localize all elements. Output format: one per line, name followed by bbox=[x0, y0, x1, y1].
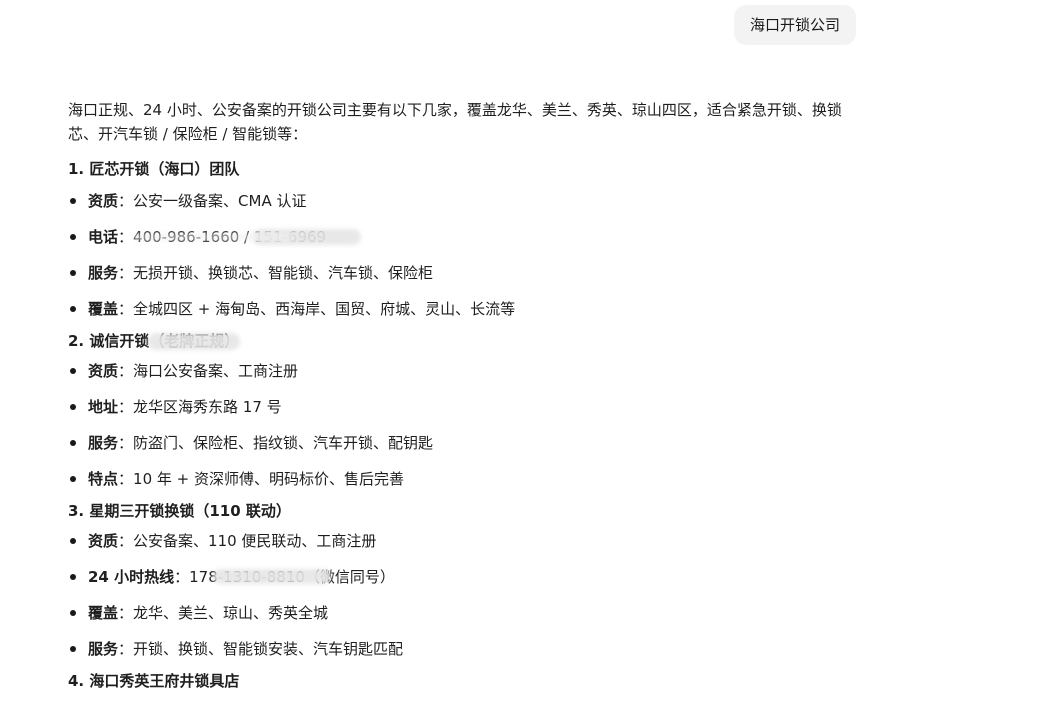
list-item: 特点：10 年 + 资深师傅、明码标价、售后完善 bbox=[68, 461, 868, 497]
list-item: 服务：无损开锁、换锁芯、智能锁、汽车锁、保险柜 bbox=[68, 255, 868, 291]
item-text: 龙华、美兰、琼山、秀英全城 bbox=[133, 604, 329, 622]
list-item: 资质：公安备案、110 便民联动、工商注册 bbox=[68, 523, 868, 559]
section-title-redacted: 2. 诚信开锁（老牌正规） bbox=[68, 329, 240, 353]
list-item: 地址：龙华区海秀东路 17 号 bbox=[68, 389, 868, 425]
item-label: 覆盖 bbox=[88, 604, 119, 622]
item-text: 全城四区 + 海甸岛、西海岸、国贸、府城、灵山、长流等 bbox=[133, 300, 516, 318]
item-separator: ： bbox=[118, 398, 134, 416]
chat-page: 海口开锁公司 海口正规、24 小时、公安备案的开锁公司主要有以下几家，覆盖龙华、… bbox=[0, 0, 1049, 722]
list-item: 24 小时热线：178-1310-8810（微信同号） bbox=[68, 559, 868, 595]
section-list: 资质：公安一级备案、CMA 认证 电话：400-986-1660 / 151-6… bbox=[68, 183, 868, 327]
assistant-answer: 海口正规、24 小时、公安备案的开锁公司主要有以下几家，覆盖龙华、美兰、秀英、琼… bbox=[68, 98, 868, 693]
item-text-redacted: 178-1310-8810（微信同号） bbox=[189, 559, 395, 595]
item-label: 特点 bbox=[88, 470, 119, 488]
answer-intro: 海口正规、24 小时、公安备案的开锁公司主要有以下几家，覆盖龙华、美兰、秀英、琼… bbox=[68, 101, 842, 143]
item-separator: ： bbox=[118, 228, 134, 246]
item-separator: ： bbox=[118, 434, 134, 452]
list-item: 覆盖：龙华、美兰、琼山、秀英全城 bbox=[68, 595, 868, 631]
redaction-smear bbox=[133, 233, 294, 241]
item-text: 开锁、换锁、智能锁安装、汽车钥匙匹配 bbox=[133, 640, 404, 658]
item-label: 地址 bbox=[88, 398, 119, 416]
item-separator: ： bbox=[118, 362, 134, 380]
item-text: 无损开锁、换锁芯、智能锁、汽车锁、保险柜 bbox=[133, 264, 434, 282]
item-text: 10 年 + 资深师傅、明码标价、售后完善 bbox=[133, 470, 404, 488]
item-label: 资质 bbox=[88, 192, 119, 210]
item-separator: ： bbox=[118, 470, 134, 488]
user-message-bubble: 海口开锁公司 bbox=[734, 5, 857, 45]
item-text: 海口公安备案、工商注册 bbox=[133, 362, 299, 380]
item-text: 防盗门、保险柜、指纹锁、汽车开锁、配钥匙 bbox=[133, 434, 434, 452]
list-item: 资质：海口公安备案、工商注册 bbox=[68, 353, 868, 389]
section-list: 资质：海口公安备案、工商注册 地址：龙华区海秀东路 17 号 服务：防盗门、保险… bbox=[68, 353, 868, 497]
item-separator: ： bbox=[118, 532, 134, 550]
item-text: 公安备案、110 便民联动、工商注册 bbox=[133, 532, 377, 550]
list-item: 电话：400-986-1660 / 151-6969 bbox=[68, 219, 868, 255]
item-separator: ： bbox=[118, 264, 134, 282]
section-title: 4. 海口秀英王府井锁具店 bbox=[68, 672, 240, 690]
item-label: 服务 bbox=[88, 434, 119, 452]
list-item: 服务：开锁、换锁、智能锁安装、汽车钥匙匹配 bbox=[68, 631, 868, 667]
item-separator: ： bbox=[174, 568, 190, 586]
item-label: 覆盖 bbox=[88, 300, 119, 318]
list-item: 服务：防盗门、保险柜、指纹锁、汽车开锁、配钥匙 bbox=[68, 425, 868, 461]
item-label: 资质 bbox=[88, 532, 119, 550]
section-title: 1. 匠芯开锁（海口）团队 bbox=[68, 160, 240, 178]
list-item: 覆盖：全城四区 + 海甸岛、西海岸、国贸、府城、灵山、长流等 bbox=[68, 291, 868, 327]
list-item: 资质：公安一级备案、CMA 认证 bbox=[68, 183, 868, 219]
item-text: 龙华区海秀东路 17 号 bbox=[133, 398, 282, 416]
item-label: 电话 bbox=[88, 228, 119, 246]
item-separator: ： bbox=[118, 640, 134, 658]
item-text: 公安一级备案、CMA 认证 bbox=[133, 192, 307, 210]
section-title: 3. 星期三开锁换锁（110 联动） bbox=[68, 502, 291, 520]
item-text-redacted: 400-986-1660 / 151-6969 bbox=[133, 219, 362, 255]
section-list: 资质：公安备案、110 便民联动、工商注册 24 小时热线：178-1310-8… bbox=[68, 523, 868, 667]
item-label: 服务 bbox=[88, 264, 119, 282]
item-separator: ： bbox=[118, 192, 134, 210]
item-separator: ： bbox=[118, 604, 134, 622]
redaction-smear bbox=[148, 333, 240, 350]
item-label: 服务 bbox=[88, 640, 119, 658]
item-label: 24 小时热线 bbox=[88, 568, 175, 586]
item-separator: ： bbox=[118, 300, 134, 318]
section-title: 2. 诚信开锁（老牌正规） bbox=[68, 329, 868, 353]
item-label: 资质 bbox=[88, 362, 119, 380]
redaction-smear bbox=[213, 569, 332, 584]
